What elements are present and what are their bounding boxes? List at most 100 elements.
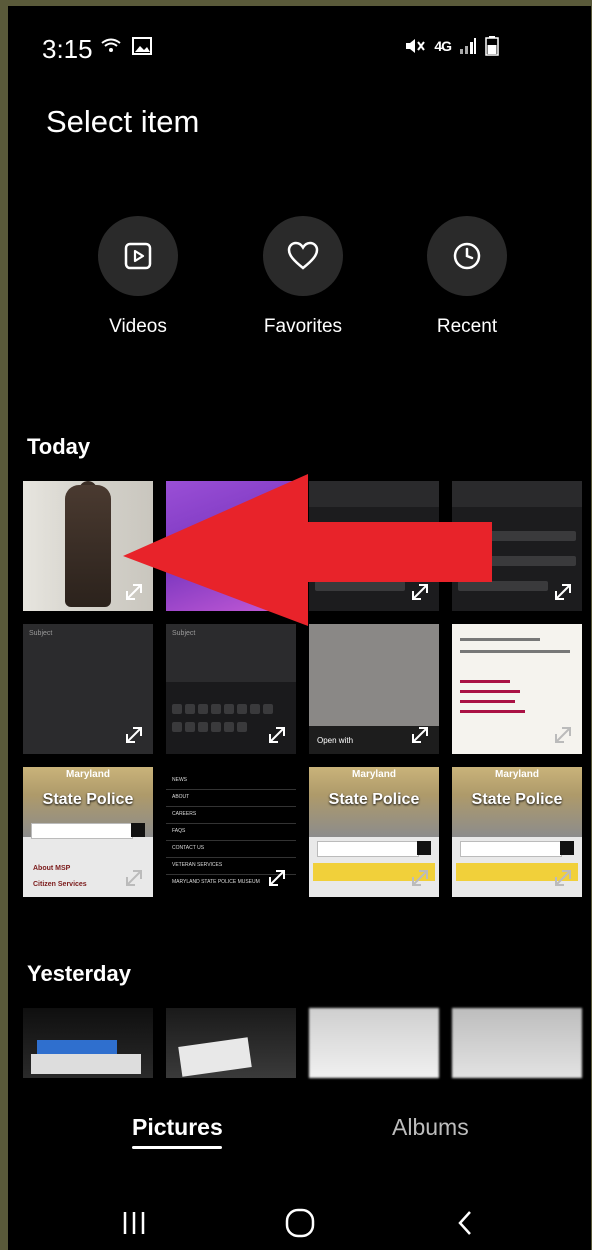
photo-thumbnail[interactable] xyxy=(309,1008,439,1078)
tab-pictures[interactable]: Pictures xyxy=(132,1114,223,1141)
key xyxy=(185,704,195,714)
list-row xyxy=(315,581,405,591)
screenshot-thumbnail[interactable]: Subject xyxy=(166,624,296,754)
tab-albums[interactable]: Albums xyxy=(392,1114,469,1141)
screenshot-thumbnail[interactable]: Open with xyxy=(309,624,439,754)
screenshot-thumbnail[interactable] xyxy=(452,624,582,754)
expand-icon[interactable] xyxy=(552,724,574,746)
label-plate xyxy=(178,1037,252,1077)
screenshot-thumbnail[interactable]: Maryland State Police xyxy=(309,767,439,897)
key xyxy=(263,704,273,714)
network-type: 4G xyxy=(434,38,452,54)
open-with-text: Open with xyxy=(317,736,354,745)
key xyxy=(198,704,208,714)
citizen-link: Citizen Services xyxy=(33,881,87,888)
key xyxy=(224,704,234,714)
photo-thumbnail[interactable] xyxy=(23,481,153,611)
expand-icon[interactable] xyxy=(552,867,574,889)
wifi-calling-icon xyxy=(101,38,121,52)
recent-circle[interactable] xyxy=(427,216,507,296)
search-go xyxy=(417,841,431,855)
expand-icon[interactable] xyxy=(409,724,431,746)
expand-icon[interactable] xyxy=(266,724,288,746)
divider xyxy=(166,789,296,790)
recent-apps-button[interactable] xyxy=(114,1203,154,1243)
bottom-tabs: Pictures Albums xyxy=(8,1106,591,1166)
screenshot-thumbnail[interactable] xyxy=(309,481,439,611)
videos-shortcut[interactable]: Videos xyxy=(73,216,203,338)
text-line xyxy=(460,700,515,703)
label-plate xyxy=(31,1054,141,1074)
search-box xyxy=(460,841,562,857)
label-sticker xyxy=(37,1040,117,1054)
videos-circle[interactable] xyxy=(98,216,178,296)
screenshot-thumbnail[interactable]: Maryland State Police About MSP Citizen … xyxy=(23,767,153,897)
battery-icon xyxy=(485,36,499,56)
menu-text: MARYLAND STATE POLICE MUSEUM xyxy=(172,879,260,885)
active-tab-indicator xyxy=(132,1146,222,1149)
divider xyxy=(166,857,296,858)
photo-subject xyxy=(65,485,111,607)
menu-text: ABOUT xyxy=(172,794,190,800)
text-line xyxy=(460,638,540,641)
key xyxy=(211,704,221,714)
screenshot-thumbnail[interactable] xyxy=(166,481,296,611)
expand-icon[interactable] xyxy=(123,581,145,603)
section-today: Today xyxy=(27,434,91,459)
state-police-text: State Police xyxy=(471,791,563,808)
system-nav-bar xyxy=(8,1191,591,1250)
expand-icon[interactable] xyxy=(409,581,431,603)
key xyxy=(250,704,260,714)
expand-icon[interactable] xyxy=(266,581,288,603)
screenshot-thumbnail[interactable] xyxy=(452,481,582,611)
app-bar xyxy=(309,481,439,507)
subject-text: Subject xyxy=(172,630,196,637)
gallery-picker-screen: 3:15 4G Select item Videos Favorites Rec… xyxy=(8,6,591,1250)
back-button[interactable] xyxy=(446,1203,486,1243)
search-go xyxy=(560,841,574,855)
photo-thumbnail[interactable] xyxy=(166,1008,296,1078)
page-title: Select item xyxy=(46,104,200,139)
list-row xyxy=(458,531,576,541)
videos-label: Videos xyxy=(109,316,167,337)
status-time: 3:15 xyxy=(42,34,93,64)
recent-apps-icon xyxy=(123,1212,145,1234)
expand-icon[interactable] xyxy=(123,867,145,889)
signal-icon xyxy=(460,38,476,54)
gallery-icon xyxy=(132,37,152,55)
expand-icon[interactable] xyxy=(266,867,288,889)
menu-text: CONTACT US xyxy=(172,845,205,851)
expand-icon[interactable] xyxy=(552,581,574,603)
divider xyxy=(166,840,296,841)
section-yesterday: Yesterday xyxy=(27,961,131,986)
divider xyxy=(166,806,296,807)
menu-text: VETERAN SERVICES xyxy=(172,862,223,868)
screenshot-thumbnail[interactable]: Maryland State Police xyxy=(452,767,582,897)
search-box xyxy=(31,823,133,839)
expand-icon[interactable] xyxy=(123,724,145,746)
screenshot-thumbnail[interactable]: NEWS ABOUT CAREERS FAQS CONTACT US VETER… xyxy=(166,767,296,897)
list-row xyxy=(315,531,433,541)
divider xyxy=(166,823,296,824)
list-row xyxy=(458,581,548,591)
home-icon xyxy=(285,1208,315,1238)
expand-icon[interactable] xyxy=(409,867,431,889)
mute-icon xyxy=(406,39,426,53)
heart-icon xyxy=(287,241,319,270)
favorites-circle[interactable] xyxy=(263,216,343,296)
photo-thumbnail[interactable] xyxy=(452,1008,582,1078)
home-button[interactable] xyxy=(280,1203,320,1243)
recent-shortcut[interactable]: Recent xyxy=(402,216,532,338)
menu-text: CAREERS xyxy=(172,811,197,817)
screenshot-thumbnail[interactable]: Subject xyxy=(23,624,153,754)
about-link: About MSP xyxy=(33,865,71,872)
key xyxy=(198,722,208,732)
text-line xyxy=(460,680,510,683)
state-police-text: State Police xyxy=(328,791,420,808)
recent-label: Recent xyxy=(436,316,498,337)
video-play-icon xyxy=(124,242,152,270)
photo-thumbnail[interactable] xyxy=(23,1008,153,1078)
maryland-text: Maryland xyxy=(352,769,396,780)
favorites-shortcut[interactable]: Favorites xyxy=(238,216,368,338)
key xyxy=(237,722,247,732)
